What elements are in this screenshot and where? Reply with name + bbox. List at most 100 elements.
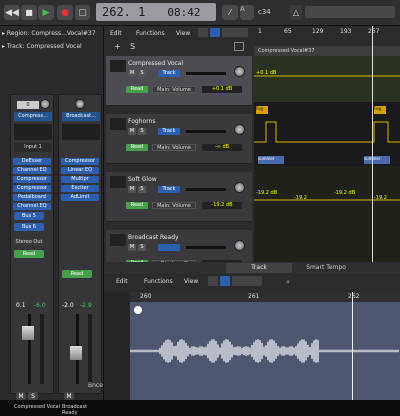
strip1-plugin-slot[interactable]: Channel EQ [13, 167, 51, 174]
catch-button[interactable] [198, 28, 208, 37]
region-header[interactable]: ▸ Region: Compress...Vocal#37 [2, 28, 102, 39]
strip1-plugin-slot[interactable]: Compressor [13, 176, 51, 183]
pan-knob[interactable] [234, 124, 245, 135]
list-icon[interactable] [234, 42, 244, 51]
mute-button[interactable]: M [128, 70, 136, 77]
forward-button[interactable]: ■ [21, 5, 37, 20]
strip1-plugin-slot[interactable]: Channel EQ [13, 203, 51, 210]
playhead[interactable] [372, 26, 373, 262]
output-button[interactable]: Stereo Out [14, 238, 44, 246]
mute-button-2[interactable]: M [64, 392, 74, 400]
track-button[interactable] [158, 244, 180, 251]
track-button[interactable]: Track [158, 70, 180, 77]
fog-region-1[interactable]: Fog [256, 106, 268, 114]
strip1-plugin-slot[interactable]: Pedalboard [13, 194, 51, 201]
view-menu[interactable]: View [176, 30, 190, 37]
record-button[interactable]: ● [57, 5, 73, 20]
pan-knob[interactable] [40, 99, 50, 109]
tab-smart-tempo[interactable]: Smart Tempo [296, 263, 356, 273]
editor-snap-button[interactable] [232, 276, 262, 286]
functions-menu[interactable]: Functions [136, 30, 165, 37]
editor-edit-menu[interactable]: Edit [116, 278, 128, 285]
volume-fader-2[interactable] [70, 346, 82, 360]
count-in[interactable]: c34 [258, 8, 271, 16]
tab-track[interactable]: Track [226, 263, 292, 273]
solo-button[interactable]: S [138, 186, 146, 193]
play-button[interactable]: ▶ [38, 5, 54, 20]
region-marker-icon[interactable] [134, 306, 142, 314]
cycle-button[interactable]: ▢ [75, 5, 90, 20]
track-name[interactable]: Broadcast Ready [128, 234, 179, 241]
track-header-row[interactable]: Soft Glow M S Track Read Main: Volume -1… [106, 172, 252, 222]
track-header-row[interactable]: Foghorns M S Track Read Main: Volume -∞ … [106, 114, 252, 164]
pan-knob[interactable] [234, 182, 245, 193]
editor-view-menu[interactable]: View [184, 278, 198, 285]
mute-button[interactable]: M [128, 128, 136, 135]
solo-button[interactable]: S [138, 244, 146, 251]
strip2-plugin-slot[interactable]: AdLimit [61, 194, 99, 201]
track-button[interactable]: Track [158, 186, 180, 193]
automation-parameter[interactable]: Main: Volume [152, 86, 196, 93]
automation-mode[interactable]: Read [126, 144, 148, 151]
volume-slider[interactable] [186, 246, 226, 249]
strip2-plugin-slot[interactable]: Linear EQ [61, 167, 99, 174]
summer-region-1[interactable]: summer [258, 156, 284, 164]
input-value[interactable]: 0 [17, 101, 39, 109]
automation-lane-1[interactable] [254, 56, 400, 106]
automation-mode-2[interactable]: Read [62, 270, 92, 278]
edit-menu[interactable]: Edit [110, 30, 122, 37]
mute-button[interactable]: M [128, 244, 136, 251]
track-header[interactable]: ▸ Track: Compressed Vocal [2, 41, 102, 52]
automation-mode[interactable]: Read [126, 86, 148, 93]
mute-button[interactable]: M [128, 186, 136, 193]
send-bus6[interactable]: Bus 6 [14, 223, 44, 231]
strip2-plugin-slot[interactable]: Multipr [61, 176, 99, 183]
add-track-button[interactable]: + [114, 42, 121, 51]
pan-knob[interactable] [234, 240, 245, 251]
editor-link-button[interactable] [220, 276, 230, 286]
volume-slider[interactable] [186, 188, 226, 191]
pan-knob[interactable] [75, 99, 85, 109]
track-header-row[interactable]: Compressed Vocal M S Track Read Main: Vo… [106, 56, 252, 106]
strip1-plugin-slot[interactable]: DeEsser [13, 158, 51, 165]
editor-ruler[interactable] [130, 292, 400, 302]
track-name[interactable]: Soft Glow [128, 176, 157, 183]
setting-button[interactable]: Broadcast... [62, 112, 100, 121]
solo-button-1[interactable]: S [28, 392, 38, 400]
solo-button[interactable]: S [138, 70, 146, 77]
master-volume-slider[interactable] [305, 6, 395, 18]
automation-lane-3[interactable] [254, 166, 400, 262]
editor-playhead[interactable] [352, 292, 353, 400]
mute-button-1[interactable]: M [16, 392, 26, 400]
snap-button[interactable] [222, 28, 248, 37]
strip1-plugin-slot[interactable]: Compressor [13, 185, 51, 192]
region-name[interactable]: Compressed Vocal#37 [254, 46, 400, 56]
solo-button[interactable]: S [138, 128, 146, 135]
setting-button[interactable]: Compress... [14, 112, 52, 121]
tuner-button[interactable]: ⁄ [222, 5, 238, 20]
send-bus5[interactable]: Bus 5 [14, 212, 44, 220]
summer-region-2[interactable]: summer [364, 156, 390, 164]
track-settings-button[interactable]: S [130, 42, 135, 51]
track-name[interactable]: Foghorns [128, 118, 155, 125]
volume-fader-1[interactable] [22, 326, 34, 340]
automation-mode-1[interactable]: Read [14, 250, 44, 258]
automation-parameter[interactable]: Main: Volume [152, 144, 196, 151]
track-name[interactable]: Compressed Vocal [128, 60, 183, 67]
automation-parameter[interactable]: Main: Volume [152, 202, 196, 209]
strip2-plugin-slot[interactable]: Exciter [61, 185, 99, 192]
track-button[interactable]: Track [158, 128, 180, 135]
pan-knob[interactable] [234, 66, 245, 77]
metronome-button[interactable]: △ [290, 5, 302, 20]
strip2-plugin-slot[interactable]: Compressor [61, 158, 99, 165]
editor-catch-button[interactable] [208, 276, 218, 286]
key-button[interactable]: A [240, 5, 254, 20]
input-button[interactable]: Input 1 [14, 143, 52, 152]
editor-functions-menu[interactable]: Functions [144, 278, 173, 285]
link-button[interactable] [210, 28, 220, 37]
rewind-button[interactable]: ◀◀ [4, 5, 20, 20]
bounce-label[interactable]: Bnce [88, 382, 103, 389]
volume-slider[interactable] [186, 72, 226, 75]
automation-mode[interactable]: Read [126, 202, 148, 209]
volume-slider[interactable] [186, 130, 226, 133]
